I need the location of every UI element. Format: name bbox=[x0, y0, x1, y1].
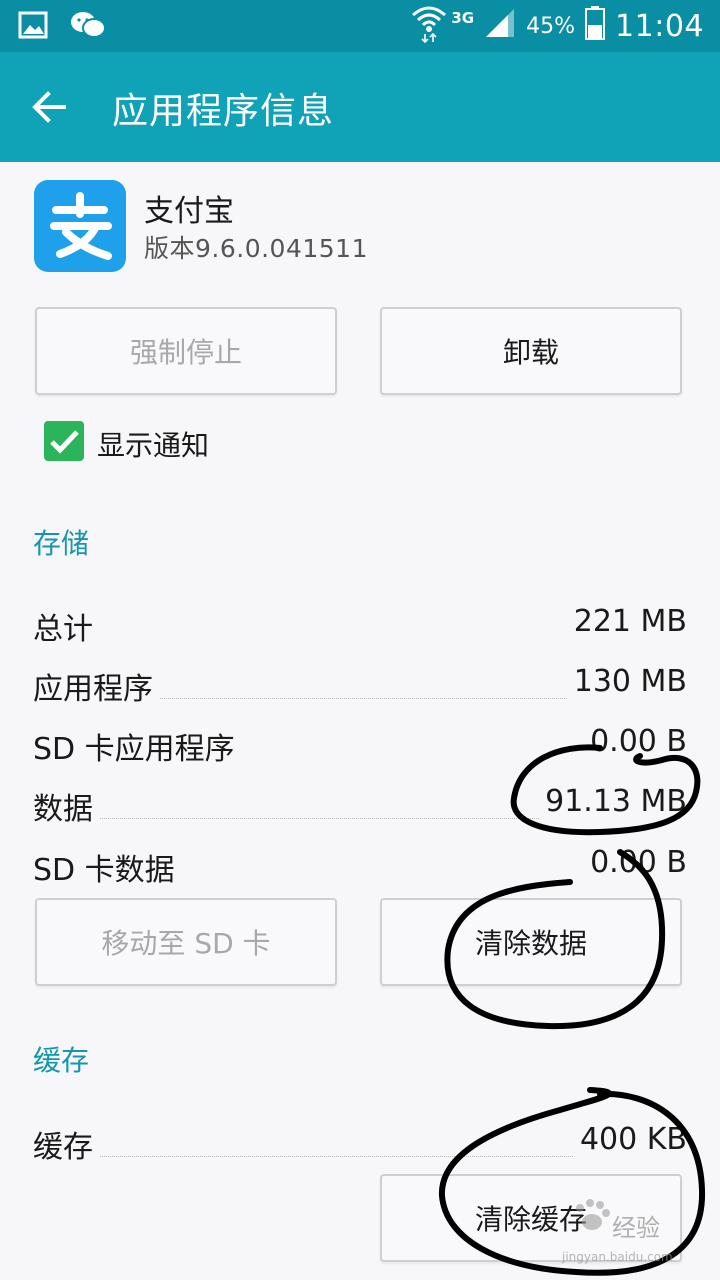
checkmark-icon bbox=[44, 430, 84, 465]
arrow-left-icon bbox=[30, 91, 80, 134]
watermark-url: jingyan.baidu.com bbox=[562, 1250, 673, 1264]
row-label: 数据 bbox=[33, 784, 99, 828]
row-value: 0.00 B bbox=[584, 845, 687, 880]
app-version: 版本9.6.0.041511 bbox=[144, 234, 368, 263]
alipay-app-icon bbox=[34, 180, 126, 272]
network-type: 3G bbox=[451, 9, 475, 27]
cache-section-title: 缓存 bbox=[33, 1044, 90, 1077]
storage-row-sd-data: SD 卡数据 0.00 B bbox=[33, 845, 687, 889]
row-label: 应用程序 bbox=[33, 664, 159, 708]
storage-row-total: 总计 221 MB bbox=[33, 604, 687, 648]
move-to-sd-button[interactable]: 移动至 SD 卡 bbox=[35, 898, 337, 986]
battery-percent: 45% bbox=[526, 13, 576, 39]
row-label: SD 卡应用程序 bbox=[33, 724, 241, 768]
cache-row: 缓存 400 KB bbox=[33, 1122, 687, 1166]
storage-row-sd-app: SD 卡应用程序 0.00 B bbox=[33, 724, 687, 768]
page-title: 应用程序信息 bbox=[112, 91, 335, 132]
clock: 11:04 bbox=[615, 8, 704, 44]
storage-section-title: 存储 bbox=[33, 527, 90, 560]
row-label: 总计 bbox=[33, 604, 99, 648]
app-name: 支付宝 bbox=[144, 194, 234, 229]
row-value: 221 MB bbox=[567, 604, 687, 639]
signal-icon bbox=[484, 7, 516, 45]
row-value: 130 MB bbox=[567, 664, 687, 699]
row-label: SD 卡数据 bbox=[33, 845, 181, 889]
status-bar: 3G 45% 11:04 bbox=[0, 0, 720, 52]
row-value: 0.00 B bbox=[584, 724, 687, 759]
watermark-text: 经验 bbox=[612, 1214, 660, 1242]
storage-row-data: 数据 91.13 MB bbox=[33, 784, 687, 828]
wifi-icon bbox=[411, 3, 447, 49]
uninstall-button[interactable]: 卸载 bbox=[380, 307, 682, 395]
wechat-icon bbox=[70, 10, 106, 44]
row-label: 缓存 bbox=[33, 1122, 99, 1166]
app-bar: 应用程序信息 bbox=[0, 52, 720, 162]
row-value: 91.13 MB bbox=[539, 784, 687, 819]
battery-icon bbox=[585, 6, 606, 46]
row-value: 400 KB bbox=[573, 1122, 687, 1157]
show-notification-checkbox[interactable] bbox=[44, 421, 84, 461]
gallery-icon bbox=[18, 11, 48, 43]
show-notification-label: 显示通知 bbox=[97, 429, 210, 462]
force-stop-button[interactable]: 强制停止 bbox=[35, 307, 337, 395]
storage-row-app: 应用程序 130 MB bbox=[33, 664, 687, 708]
clear-data-button[interactable]: 清除数据 bbox=[380, 898, 682, 986]
back-button[interactable] bbox=[30, 84, 80, 130]
